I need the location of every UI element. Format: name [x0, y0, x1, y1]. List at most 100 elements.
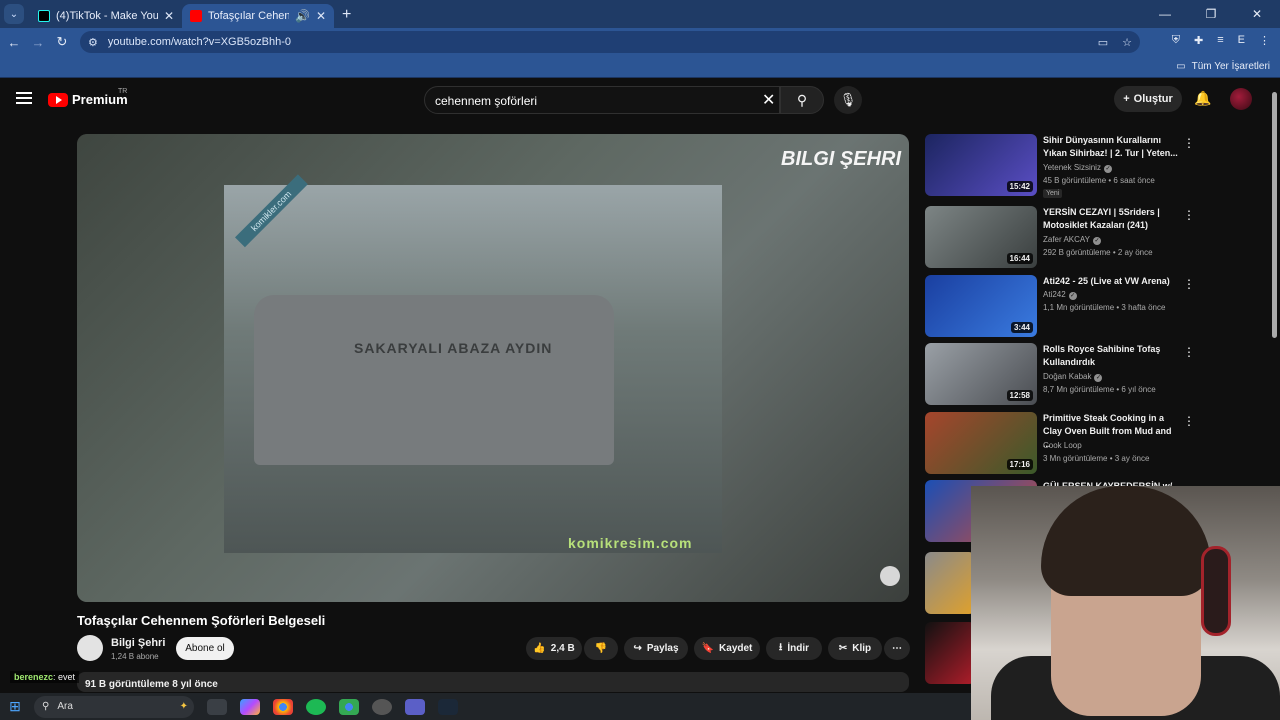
all-bookmarks[interactable]: ▭ Tüm Yer İşaretleri [1176, 61, 1270, 72]
search-button[interactable]: ⚲ [780, 86, 824, 114]
new-tab-button[interactable]: + [342, 6, 351, 24]
video-title[interactable]: Rolls Royce Sahibine Tofaş Kullandırdık [1043, 343, 1181, 369]
video-thumbnail[interactable] [925, 622, 975, 684]
more-vertical-icon[interactable]: ⋮ [1183, 208, 1195, 222]
close-tab-icon[interactable]: ✕ [316, 9, 326, 23]
recommended-video[interactable]: 3:44 Ati242 - 25 (Live at VW Arena) Ati2… [925, 275, 1245, 337]
recommended-video[interactable]: 16:44 YERSİN CEZAYI | 5Sriders | Motosik… [925, 206, 1245, 268]
dislike-button[interactable]: 👎 [584, 637, 618, 660]
page-scrollbar[interactable] [1272, 92, 1277, 338]
forward-icon[interactable]: → [26, 35, 50, 50]
recommended-video[interactable]: 15:42 Sihir Dünyasının Kurallarını Yıkan… [925, 134, 1245, 198]
youtube-logo[interactable]: Premium TR [48, 88, 128, 107]
windows-start-icon[interactable]: ⊞ [0, 698, 30, 715]
download-icon: ⭳ [778, 642, 783, 653]
more-vertical-icon[interactable]: ⋮ [1183, 277, 1195, 291]
shield-icon[interactable]: ⛨ [1172, 34, 1180, 47]
recommended-video[interactable]: 17:16 Primitive Steak Cooking in a Clay … [925, 412, 1245, 474]
minimize-icon[interactable]: — [1142, 0, 1188, 28]
chrome-icon[interactable] [273, 698, 293, 715]
video-title[interactable]: YERSİN CEZAYI | 5Sriders | Motosiklet Ka… [1043, 206, 1181, 232]
chrome-profile-icon[interactable] [339, 698, 359, 715]
create-label: Oluştur [1133, 93, 1173, 105]
close-tab-icon[interactable]: ✕ [164, 9, 174, 23]
channel-name[interactable]: Doğan Kabak ✓ [1043, 372, 1103, 382]
video-thumbnail[interactable]: 15:42 [925, 134, 1037, 196]
extensions-icon[interactable]: ✚ [1194, 34, 1203, 47]
save-button[interactable]: 🔖 Kaydet [694, 637, 760, 660]
share-button[interactable]: ↪ Paylaş [624, 637, 688, 660]
tab-search-button[interactable]: ⌄ [4, 4, 24, 24]
url-text: youtube.com/watch?v=XGB5ozBhh-0 [107, 36, 292, 48]
more-actions-button[interactable]: ⋯ [884, 637, 910, 660]
browser-tab-youtube[interactable]: Tofaşçılar Cehennem Şoförl 🔊 ✕ [182, 4, 334, 28]
taskbar-search[interactable]: ⚲ Ara ✦ [34, 695, 194, 718]
notifications-bell-icon[interactable]: 🔔 [1194, 90, 1211, 107]
video-title: Tofaşçılar Cehennem Şoförleri Belgeseli [77, 613, 326, 628]
media-icon[interactable]: ≡ [1217, 34, 1223, 47]
verified-icon: ✓ [1068, 292, 1077, 300]
like-button[interactable]: 👍 2,4 B [526, 637, 582, 660]
steam-icon[interactable] [438, 698, 458, 715]
share-icon: ↪ [633, 643, 642, 654]
teams-icon[interactable] [405, 698, 425, 715]
account-avatar[interactable] [1230, 88, 1252, 110]
video-thumbnail[interactable]: 12:58 [925, 343, 1037, 405]
hamburger-menu-icon[interactable] [16, 92, 32, 104]
obs-icon[interactable] [372, 698, 392, 715]
more-vertical-icon[interactable]: ⋮ [1183, 136, 1195, 150]
reload-icon[interactable]: ↻ [50, 34, 74, 50]
menu-icon[interactable]: ⋮ [1259, 34, 1270, 47]
video-thumbnail[interactable] [925, 552, 975, 614]
channel-name[interactable]: Bilgi Şehri [111, 637, 165, 649]
clip-button[interactable]: ✂ Klip [828, 637, 882, 660]
browser-tab-tiktok[interactable]: (4)TikTok - Make Your Day ✕ [30, 4, 182, 28]
channel-branding-icon[interactable] [880, 566, 900, 586]
subscribe-button[interactable]: Abone ol [176, 637, 234, 660]
restore-icon[interactable]: ❐ [1188, 0, 1234, 28]
download-button[interactable]: ⭳ İndir [766, 637, 822, 660]
video-thumbnail[interactable]: 16:44 [925, 206, 1037, 268]
create-button[interactable]: + Oluştur [1114, 86, 1182, 112]
windows-taskbar: ⊞ ⚲ Ara ✦ [0, 693, 971, 720]
video-title[interactable]: Sihir Dünyasının Kurallarını Yıkan Sihir… [1043, 134, 1181, 160]
back-icon[interactable]: ← [2, 35, 26, 50]
video-player[interactable]: SAKARYALI ABAZA AYDIN komikler.com BILGI… [77, 134, 909, 602]
video-frame: SAKARYALI ABAZA AYDIN [224, 185, 722, 553]
window-controls: — ❐ ✕ [1142, 0, 1280, 28]
tab-title: (4)TikTok - Make Your Day [56, 10, 158, 22]
channel-name[interactable]: Cook Loop [1043, 441, 1082, 450]
webcam-overlay [971, 486, 1280, 720]
profile-button[interactable]: E [1238, 34, 1245, 47]
close-window-icon[interactable]: ✕ [1234, 0, 1280, 28]
search-input[interactable]: cehennem şoförleri [424, 86, 780, 114]
voice-search-button[interactable]: 🎙 [834, 86, 862, 114]
address-bar[interactable]: ⚙ youtube.com/watch?v=XGB5ozBhh-0 ▭ ☆ [80, 31, 1140, 53]
spotify-icon[interactable] [306, 698, 326, 715]
clear-search-icon[interactable]: ✕ [762, 90, 775, 110]
task-view-icon[interactable] [207, 698, 227, 715]
bookmark-star-icon[interactable]: ☆ [1122, 36, 1132, 49]
channel-avatar[interactable] [77, 635, 103, 661]
recommended-video[interactable] [925, 622, 975, 684]
save-label: Kaydet [719, 643, 753, 654]
video-thumbnail[interactable]: 17:16 [925, 412, 1037, 474]
more-vertical-icon[interactable]: ⋮ [1183, 414, 1195, 428]
site-info-icon[interactable]: ⚙ [88, 36, 98, 49]
cast-icon[interactable]: ▭ [1098, 36, 1108, 49]
channel-name[interactable]: Yetenek Sizsiniz ✓ [1043, 163, 1112, 173]
channel-name[interactable]: Ati242 ✓ [1043, 290, 1077, 300]
video-thumbnail[interactable]: 3:44 [925, 275, 1037, 337]
video-title[interactable]: Ati242 - 25 (Live at VW Arena) [1043, 275, 1181, 288]
recommended-video[interactable]: 12:58 Rolls Royce Sahibine Tofaş Kulland… [925, 343, 1245, 405]
channel-name[interactable]: Zafer AKCAY ✓ [1043, 235, 1101, 245]
video-meta: 292 B görüntüleme • 2 ay önce [1043, 248, 1153, 257]
description-box[interactable]: 91 B görüntüleme 8 yıl önce [77, 672, 909, 692]
more-vertical-icon[interactable]: ⋮ [1183, 345, 1195, 359]
speaker-icon[interactable]: 🔊 [295, 9, 310, 23]
channel-watermark: BILGI ŞEHRI [781, 148, 902, 170]
copilot-icon[interactable] [240, 698, 260, 715]
video-meta: 3 Mn görüntüleme • 3 ay önce [1043, 454, 1150, 463]
video-duration: 16:44 [1006, 253, 1033, 264]
recommended-video[interactable] [925, 552, 975, 614]
